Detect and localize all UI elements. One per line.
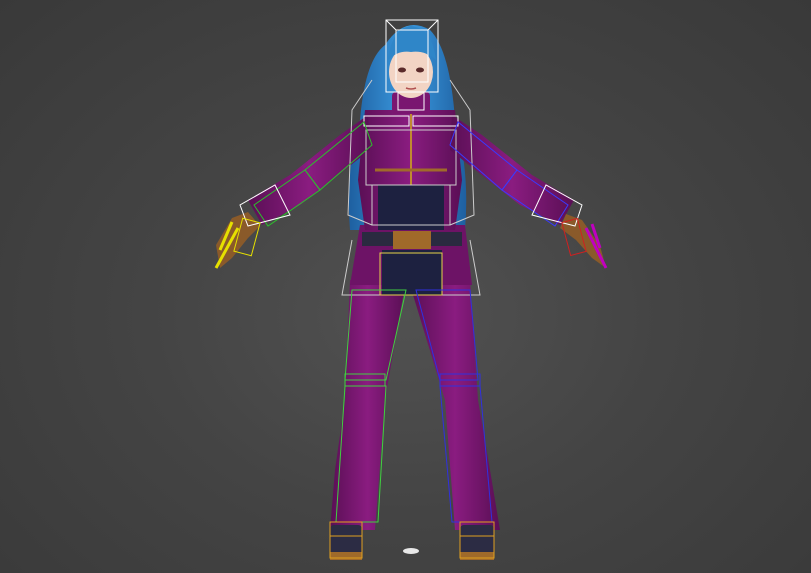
right-eye bbox=[416, 67, 424, 73]
character-scene[interactable] bbox=[0, 0, 811, 573]
left-hand bbox=[216, 212, 260, 268]
right-boot-sole bbox=[460, 552, 494, 560]
right-arm bbox=[450, 115, 574, 225]
pelvis-undersuit bbox=[382, 250, 442, 295]
head-bone-edge bbox=[385, 19, 397, 31]
head-bone-edge bbox=[427, 19, 439, 31]
left-eye bbox=[398, 67, 406, 73]
left-leg bbox=[330, 280, 405, 530]
belt-buckle bbox=[393, 231, 431, 249]
3d-viewport[interactable] bbox=[0, 0, 811, 573]
left-boot-sole bbox=[330, 552, 362, 560]
ground-pivot-marker[interactable] bbox=[403, 548, 419, 554]
torso-undershirt bbox=[378, 185, 444, 230]
